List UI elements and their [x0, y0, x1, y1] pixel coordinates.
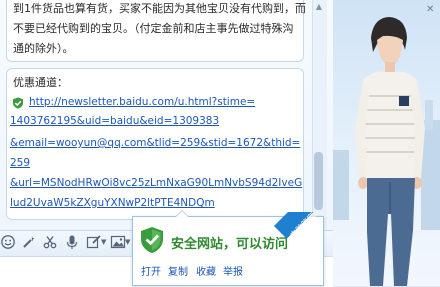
edit-dropdown-icon[interactable]: ▼ — [101, 238, 106, 246]
scroll-up-icon[interactable]: ▲ — [314, 2, 324, 12]
coupon-label: 优惠通道： — [13, 76, 68, 89]
edit-icon[interactable] — [86, 234, 102, 250]
verification-ribbon — [268, 212, 330, 260]
url-link[interactable]: &url=MSNodHRwOi8vc25zLmNxaG90LmNvbS94d2I… — [10, 177, 302, 189]
avatar-illustration — [333, 17, 440, 286]
message-text: 通的除外）。 — [13, 42, 74, 55]
magic-wand-icon[interactable] — [21, 234, 37, 250]
copy-link[interactable]: 复制 — [168, 263, 188, 278]
emoji-icon[interactable] — [0, 234, 16, 250]
popup-arrow — [176, 211, 188, 217]
url-link[interactable]: 1403762195&uid=baidu&eid=1309383 — [10, 115, 219, 127]
open-link[interactable]: 打开 — [141, 263, 161, 278]
microphone-icon[interactable] — [64, 234, 80, 250]
url-link[interactable]: 259 — [10, 157, 30, 169]
url-link[interactable]: &email=wooyun@qq.com&tlid=259&stid=1672&… — [10, 137, 300, 149]
message-text: 不要已经代购到的宝贝。（付定金前和店主事先做过特殊沟 — [13, 22, 294, 35]
url-link[interactable]: http://newsletter.baidu.com/u.html?stime… — [29, 96, 255, 108]
safe-shield-icon — [141, 227, 163, 253]
scrollbar-thumb[interactable] — [314, 152, 323, 210]
image-dropdown-icon[interactable]: ▼ — [125, 238, 130, 246]
safe-shield-icon — [13, 97, 23, 109]
scissors-icon[interactable] — [42, 234, 58, 250]
report-link[interactable]: 举报 — [223, 263, 243, 278]
favorite-link[interactable]: 收藏 — [196, 263, 216, 278]
url-link[interactable]: lud2UvaW5kZXguYXNwP2ltPTE4NDQm — [10, 197, 215, 209]
image-icon[interactable] — [110, 234, 126, 250]
message-text: 到1件货品也算有货，买家不能因为其他宝贝没有代购到，而 — [13, 2, 306, 15]
